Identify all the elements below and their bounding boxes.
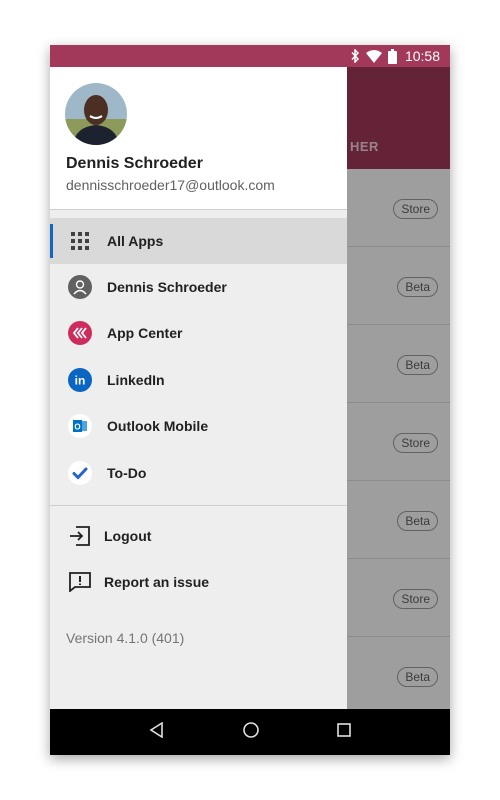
todo-icon (68, 461, 92, 485)
menu-item-label: App Center (107, 325, 183, 341)
phone-screen: 10:58 HER Store Beta Beta Store Beta Sto… (50, 45, 450, 755)
grid-icon (68, 229, 92, 253)
menu-item-outlook-mobile[interactable]: O Outlook Mobile (50, 403, 347, 449)
recents-icon[interactable] (337, 722, 352, 742)
menu-item-all-apps[interactable]: All Apps (50, 218, 347, 264)
outlook-icon: O (68, 414, 92, 438)
drawer-header: Dennis Schroeder dennisschroeder17@outlo… (50, 67, 347, 210)
report-issue-icon (68, 570, 92, 594)
app-center-icon (68, 321, 92, 345)
logout-icon (68, 524, 92, 548)
menu-item-label: Outlook Mobile (107, 418, 209, 434)
system-nav-bar (50, 709, 450, 755)
menu-item-label: All Apps (107, 233, 164, 249)
menu-item-logout[interactable]: Logout (50, 513, 347, 559)
menu-item-label: Dennis Schroeder (107, 279, 227, 295)
app-version: Version 4.1.0 (401) (66, 630, 185, 646)
menu-item-label: LinkedIn (107, 372, 165, 388)
status-bar: 10:58 (50, 45, 450, 67)
menu-item-label: Report an issue (104, 574, 210, 590)
back-icon[interactable] (149, 721, 165, 743)
battery-icon (387, 48, 397, 64)
wifi-icon (365, 49, 382, 63)
menu-item-label: Logout (104, 528, 152, 544)
menu-item-label: To-Do (107, 465, 147, 481)
profile-email: dennisschroeder17@outlook.com (66, 177, 275, 193)
linkedin-icon: in (68, 368, 92, 392)
menu-item-profile[interactable]: Dennis Schroeder (50, 264, 347, 310)
profile-name: Dennis Schroeder (66, 155, 203, 172)
home-icon[interactable] (242, 721, 260, 744)
svg-text:in: in (75, 374, 86, 388)
menu-item-app-center[interactable]: App Center (50, 310, 347, 356)
menu-item-to-do[interactable]: To-Do (50, 450, 347, 496)
menu-item-linkedin[interactable]: in LinkedIn (50, 357, 347, 403)
status-time: 10:58 (404, 48, 440, 64)
avatar[interactable] (65, 83, 127, 145)
menu-item-report-issue[interactable]: Report an issue (50, 559, 347, 605)
menu-divider (50, 505, 347, 506)
person-icon (68, 275, 92, 299)
navigation-drawer: Dennis Schroeder dennisschroeder17@outlo… (50, 67, 347, 709)
svg-text:O: O (74, 423, 80, 432)
bluetooth-icon (350, 49, 360, 63)
